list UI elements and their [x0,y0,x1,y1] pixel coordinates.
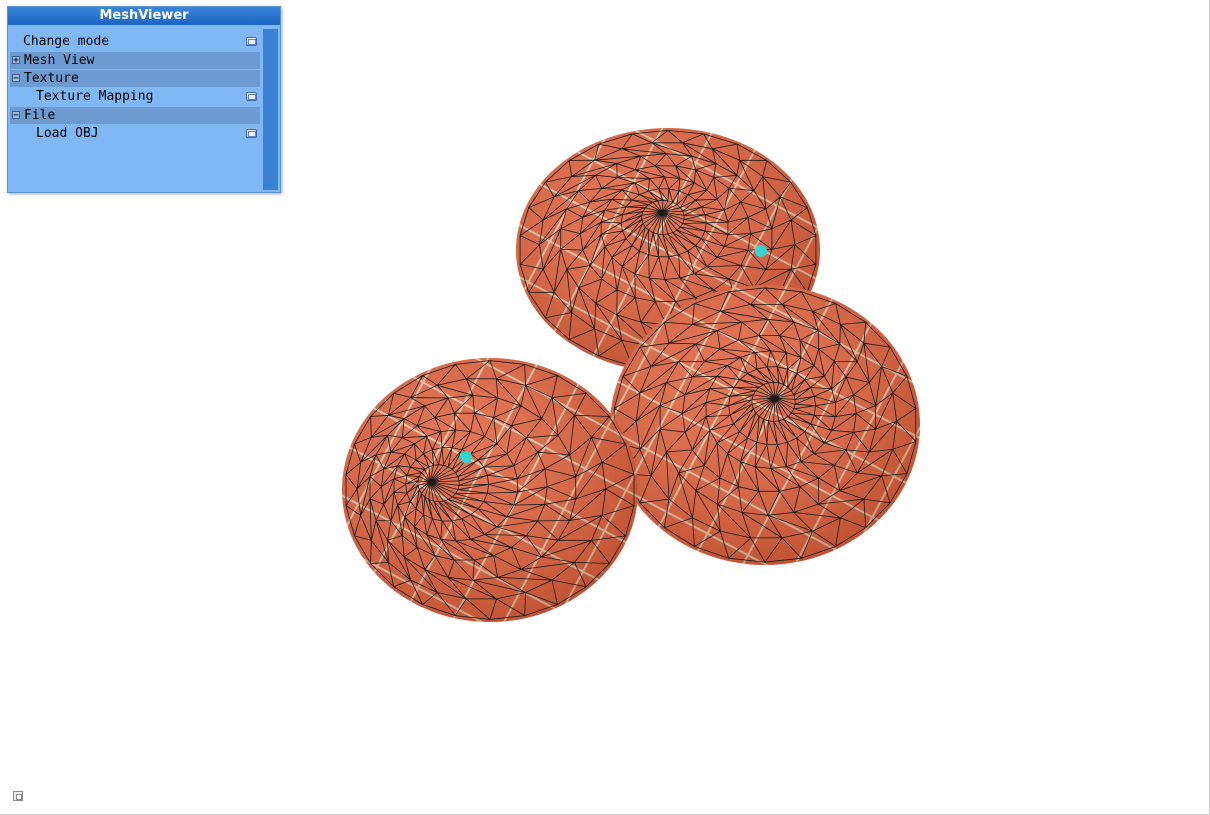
load-obj-button[interactable]: Load OBJ [8,125,262,143]
row-label: Texture Mapping [36,89,154,104]
group-label: Mesh View [24,53,95,68]
collapse-icon[interactable]: − [12,74,20,84]
button-icon[interactable] [246,92,257,101]
row-label: Change mode [23,34,110,49]
panel-body: Change mode + Mesh View − Texture Textur… [8,26,262,192]
button-icon[interactable] [246,37,257,46]
group-texture[interactable]: − Texture [10,70,260,87]
selection-marker[interactable] [755,245,767,257]
selection-marker[interactable] [460,451,472,463]
tweak-panel[interactable]: MeshViewer Change mode + Mesh View − Tex… [7,6,281,193]
button-icon[interactable] [246,129,257,138]
group-label: Texture [24,71,79,86]
panel-scrollbar[interactable] [263,29,278,190]
change-mode-button[interactable]: Change mode [8,33,262,51]
expand-icon[interactable]: + [12,56,20,66]
panel-title[interactable]: MeshViewer [8,7,280,25]
mesh-lobe-left [342,358,638,622]
group-label: File [24,108,56,123]
window-resize-icon[interactable] [13,791,23,801]
mesh-lobe-right [610,285,920,565]
row-label: Load OBJ [36,126,99,141]
group-file[interactable]: − File [10,107,260,124]
collapse-icon[interactable]: − [12,111,20,121]
group-mesh-view[interactable]: + Mesh View [10,52,260,69]
texture-mapping-button[interactable]: Texture Mapping [8,88,262,106]
